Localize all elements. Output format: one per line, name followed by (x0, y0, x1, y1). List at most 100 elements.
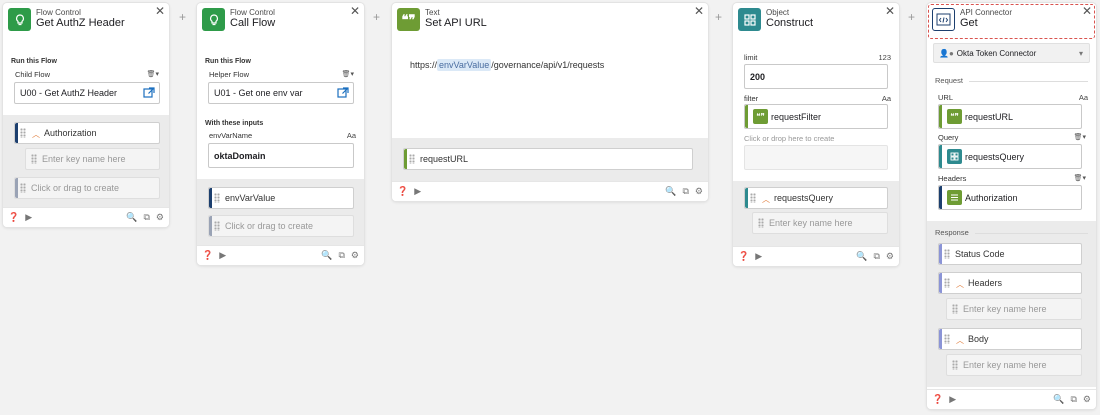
card-footer: ❓ ▶ 🔍 ⧉ ⚙ (197, 245, 364, 265)
close-icon[interactable]: ✕ (155, 5, 165, 17)
response-status-code[interactable]: Status Code (938, 243, 1082, 265)
close-icon[interactable]: ✕ (1082, 5, 1092, 17)
card-set-api-url[interactable]: ❝❞ Text Set API URL ✕ https://envVarValu… (392, 3, 708, 201)
play-icon[interactable]: ▶ (755, 251, 762, 262)
close-icon[interactable]: ✕ (885, 5, 895, 17)
plus-icon[interactable]: + (908, 10, 915, 24)
create-output-dropzone[interactable]: Click or drag to create (14, 177, 160, 199)
child-flow-select[interactable]: U00 - Get AuthZ Header (14, 82, 160, 104)
filter-type[interactable]: Aa (882, 94, 891, 103)
drag-handle[interactable] (29, 154, 39, 164)
response-section: Response (935, 228, 969, 237)
drag-handle[interactable] (212, 221, 222, 231)
drag-handle[interactable] (942, 278, 952, 288)
new-field-dropzone[interactable] (744, 145, 888, 170)
copy-icon[interactable]: ⧉ (873, 251, 879, 262)
chevron-down-icon[interactable]: ▾ (1079, 49, 1083, 58)
search-icon[interactable]: 🔍 (1053, 394, 1064, 405)
gear-icon[interactable]: ⚙ (156, 212, 164, 223)
help-icon[interactable]: ❓ (397, 186, 408, 197)
headers-input[interactable]: Authorization (938, 185, 1082, 210)
query-input[interactable]: requestsQuery (938, 144, 1082, 169)
limit-input[interactable]: 200 (744, 64, 888, 89)
card-object-construct[interactable]: Object Construct ✕ limit 123 200 filter … (733, 3, 899, 266)
gear-icon[interactable]: ⚙ (695, 186, 703, 197)
drag-handle[interactable] (748, 193, 758, 203)
plus-icon[interactable]: + (715, 10, 722, 24)
drag-handle[interactable] (18, 183, 28, 193)
limit-type[interactable]: 123 (878, 53, 891, 62)
key-name-placeholder: Enter key name here (963, 360, 1047, 370)
plus-icon[interactable]: + (373, 10, 380, 24)
headers-key-name-input[interactable]: Enter key name here (946, 298, 1082, 320)
url-type[interactable]: Aa (1079, 93, 1088, 102)
copy-icon[interactable]: ⧉ (338, 250, 344, 261)
output-key-envvarvalue[interactable]: envVarValue (208, 187, 354, 209)
card-get-authz-header[interactable]: Flow Control Get AuthZ Header ✕ Run this… (3, 3, 169, 227)
plus-icon[interactable]: + (179, 10, 186, 24)
drag-handle[interactable] (756, 218, 766, 228)
drag-handle[interactable] (950, 360, 960, 370)
play-icon[interactable]: ▶ (25, 212, 32, 223)
body-key-name-input[interactable]: Enter key name here (946, 354, 1082, 376)
drag-handle[interactable] (407, 154, 417, 164)
play-icon[interactable]: ▶ (414, 186, 421, 197)
key-name-input[interactable]: Enter key name here (25, 148, 160, 170)
copy-icon[interactable]: ⧉ (1070, 394, 1076, 405)
help-icon[interactable]: ❓ (202, 250, 213, 261)
drag-handle[interactable] (942, 334, 952, 344)
search-icon[interactable]: 🔍 (126, 212, 137, 223)
helper-flow-select[interactable]: U01 - Get one env var (208, 82, 354, 104)
gear-icon[interactable]: ⚙ (1083, 394, 1091, 405)
drag-handle[interactable] (212, 193, 222, 203)
gear-icon[interactable]: ⚙ (886, 251, 894, 262)
request-divider (969, 81, 1088, 82)
card-api-connector-get[interactable]: API Connector Get ✕ 👤● Okta Token Connec… (927, 3, 1096, 409)
help-icon[interactable]: ❓ (932, 394, 943, 405)
flow-canvas: Flow Control Get AuthZ Header ✕ Run this… (0, 0, 1100, 415)
search-icon[interactable]: 🔍 (321, 250, 332, 261)
close-icon[interactable]: ✕ (694, 5, 704, 17)
output-key-requestsquery[interactable]: ︿ requestsQuery (744, 187, 888, 209)
create-output-dropzone[interactable]: Click or drag to create (208, 215, 354, 237)
gear-icon[interactable]: ⚙ (351, 250, 359, 261)
copy-icon[interactable]: ⧉ (143, 212, 149, 223)
chevron-up-icon[interactable]: ︿ (762, 194, 770, 205)
response-body[interactable]: ︿ Body (938, 328, 1082, 350)
play-icon[interactable]: ▶ (219, 250, 226, 261)
trash-icon[interactable]: 🗑▾ (1074, 133, 1086, 141)
external-link-icon[interactable] (337, 87, 349, 99)
trash-icon[interactable]: 🗑▾ (1074, 174, 1086, 182)
drag-handle[interactable] (942, 249, 952, 259)
url-template-input[interactable]: https://envVarValue/governance/api/v1/re… (410, 59, 604, 71)
trash-icon[interactable]: 🗑▾ (147, 70, 159, 78)
output-key-requesturl[interactable]: requestURL (403, 148, 693, 170)
card-call-flow[interactable]: Flow Control Call Flow ✕ Run this Flow H… (197, 3, 364, 265)
url-input[interactable]: ❝❞ requestURL (938, 104, 1082, 129)
chevron-up-icon[interactable]: ︿ (956, 279, 964, 290)
search-icon[interactable]: 🔍 (665, 186, 676, 197)
output-key-authorization[interactable]: ︿ Authorization (14, 122, 160, 144)
trash-icon[interactable]: 🗑▾ (342, 70, 354, 78)
key-name-input[interactable]: Enter key name here (752, 212, 888, 234)
help-icon[interactable]: ❓ (738, 251, 749, 262)
external-link-icon[interactable] (143, 87, 155, 99)
close-icon[interactable]: ✕ (350, 5, 360, 17)
url-token-envvarvalue[interactable]: envVarValue (437, 59, 492, 71)
chevron-up-icon[interactable]: ︿ (956, 335, 964, 346)
envvarname-value: oktaDomain (214, 150, 266, 161)
connection-select[interactable]: 👤● Okta Token Connector ▾ (933, 43, 1090, 63)
chevron-up-icon[interactable]: ︿ (32, 129, 40, 140)
play-icon[interactable]: ▶ (949, 394, 956, 405)
status-code-label: Status Code (955, 249, 1005, 259)
copy-icon[interactable]: ⧉ (682, 186, 688, 197)
help-icon[interactable]: ❓ (8, 212, 19, 223)
input-type[interactable]: Aa (347, 131, 356, 140)
search-icon[interactable]: 🔍 (856, 251, 867, 262)
child-flow-value: U00 - Get AuthZ Header (20, 88, 118, 98)
drag-handle[interactable] (18, 128, 28, 138)
envvarname-input[interactable]: oktaDomain (208, 143, 354, 168)
filter-input[interactable]: ❝❞ requestFilter (744, 104, 888, 129)
response-headers[interactable]: ︿ Headers (938, 272, 1082, 294)
drag-handle[interactable] (950, 304, 960, 314)
